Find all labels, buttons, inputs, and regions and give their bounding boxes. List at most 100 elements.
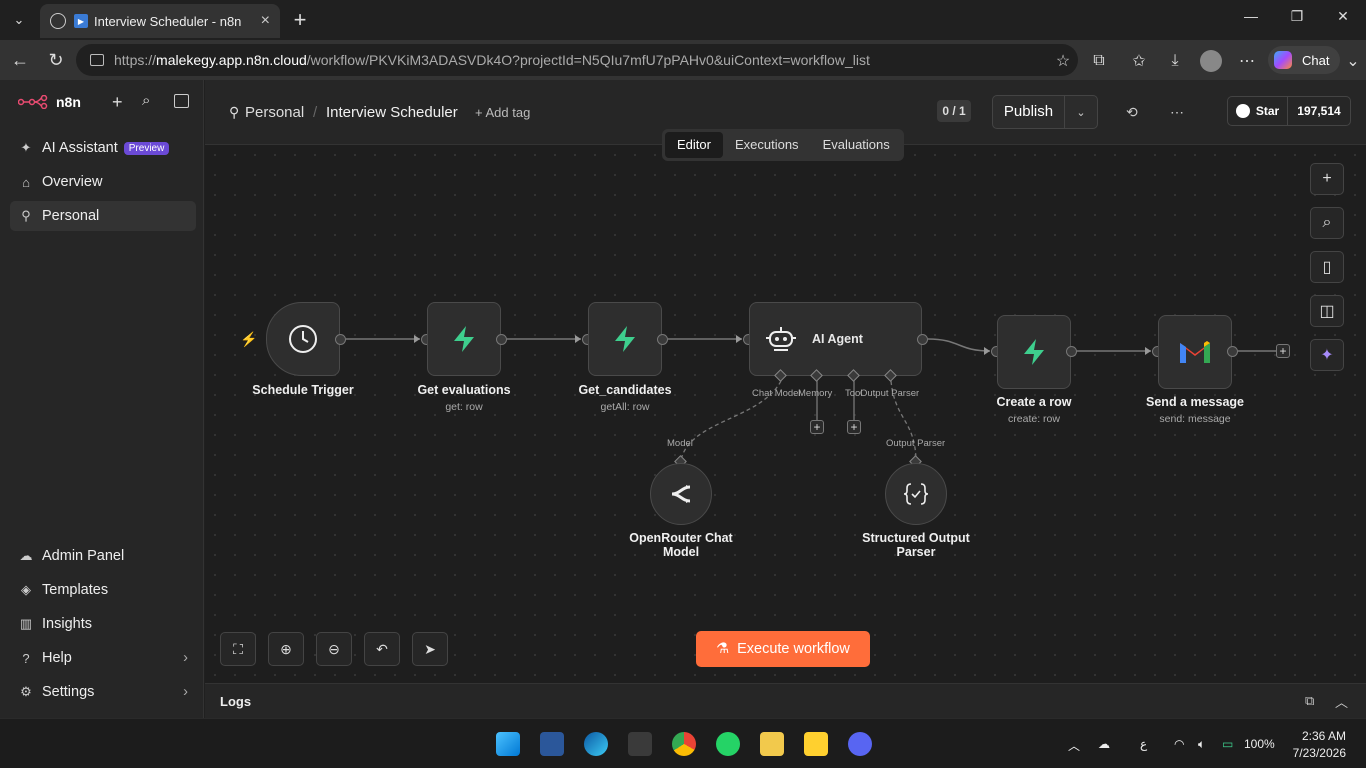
add-next-node-button[interactable]: +	[1276, 344, 1290, 358]
tab-executions[interactable]: Executions	[723, 132, 811, 158]
history-icon[interactable]: ⟲	[1126, 104, 1138, 121]
sidebar-item-ai-assistant[interactable]: ✦ AI Assistant Preview	[10, 133, 196, 163]
n8n-logo-icon	[18, 95, 48, 109]
sidebar-toggle-icon[interactable]: ⌄	[1342, 50, 1364, 72]
app-icon[interactable]	[628, 732, 652, 756]
node-create-row[interactable]	[997, 315, 1071, 389]
windows-start-icon[interactable]	[496, 732, 520, 756]
refresh-icon[interactable]: ↻	[44, 50, 68, 70]
output-port[interactable]	[657, 334, 668, 345]
minimize-icon[interactable]: —	[1228, 8, 1274, 24]
sidebar-item-overview[interactable]: ⌂ Overview	[10, 167, 196, 197]
word-icon[interactable]	[540, 732, 564, 756]
site-info-icon[interactable]	[90, 54, 104, 66]
chrome-icon[interactable]	[672, 732, 696, 756]
tab-editor[interactable]: Editor	[665, 132, 723, 158]
node-ai-agent[interactable]: AI Agent	[749, 302, 922, 376]
whatsapp-icon[interactable]	[716, 732, 740, 756]
zoom-out-icon[interactable]: ⊖	[316, 632, 352, 666]
node-get-evaluations[interactable]	[427, 302, 501, 376]
output-port[interactable]	[335, 334, 346, 345]
breadcrumb-project[interactable]: Personal	[245, 104, 304, 121]
zoom-in-icon[interactable]: ⊕	[268, 632, 304, 666]
ai-sparkle-icon[interactable]: ✦	[1310, 339, 1344, 371]
node-structured-output-parser[interactable]	[885, 463, 947, 525]
add-tag-link[interactable]: + Add tag	[475, 105, 530, 120]
gear-icon: ⚙	[20, 684, 32, 699]
onedrive-icon[interactable]: ☁	[1098, 737, 1110, 751]
sticky-note-icon[interactable]: ▯	[1310, 251, 1344, 283]
node-label: Get evaluations	[417, 383, 511, 397]
port-label-output-parser: Output Parser	[886, 438, 946, 449]
battery-icon[interactable]: ▭	[1222, 737, 1233, 751]
miro-icon[interactable]	[804, 732, 828, 756]
extensions-icon[interactable]: ⧉	[1088, 50, 1110, 72]
new-tab-icon[interactable]: +	[288, 8, 312, 32]
back-icon[interactable]: ←	[8, 50, 32, 70]
favorite-star-icon[interactable]: ☆	[1052, 50, 1074, 72]
sidebar-item-settings[interactable]: ⚙ Settings ›	[10, 677, 196, 707]
fit-view-icon[interactable]: ⛶	[220, 632, 256, 666]
sidebar-item-insights[interactable]: ▥ Insights	[10, 609, 196, 639]
port-label-output-parser: Output Parser	[860, 388, 920, 399]
edge-icon[interactable]	[584, 732, 608, 756]
tab-evaluations[interactable]: Evaluations	[811, 132, 902, 158]
add-tool-button[interactable]: +	[847, 420, 861, 434]
maximize-icon[interactable]: ❐	[1274, 8, 1320, 25]
sidebar-item-help[interactable]: ? Help ›	[10, 643, 196, 673]
create-plus-icon[interactable]: +	[112, 92, 123, 113]
clock-time[interactable]: 2:36 AM	[1300, 729, 1346, 743]
tab-close-icon[interactable]: ×	[261, 12, 270, 30]
publish-button-group[interactable]: Publish ⌄	[992, 95, 1098, 129]
discord-icon[interactable]	[848, 732, 872, 756]
execute-workflow-button[interactable]: ⚗ Execute workflow	[696, 631, 870, 667]
copilot-chat-button[interactable]: Chat	[1268, 46, 1340, 74]
add-node-plus-icon[interactable]: +	[1310, 163, 1344, 195]
popout-icon[interactable]: ⧉	[1305, 693, 1314, 709]
brand-logo[interactable]: n8n	[18, 94, 81, 110]
wifi-icon[interactable]: ◠	[1174, 737, 1184, 751]
clock-date[interactable]: 7/23/2026	[1290, 746, 1346, 760]
more-options-icon[interactable]: ⋯	[1170, 104, 1184, 121]
collapse-sidebar-icon[interactable]	[174, 94, 189, 108]
favorites-icon[interactable]: ✩	[1128, 50, 1150, 72]
output-port[interactable]	[917, 334, 928, 345]
tab-list-chevron-icon[interactable]: ⌄	[6, 8, 32, 32]
downloads-icon[interactable]: ⤓	[1164, 50, 1186, 72]
chevron-down-icon[interactable]: ⌄	[1065, 106, 1097, 119]
search-icon[interactable]: ⌕	[142, 92, 150, 109]
input-language[interactable]: ع	[1140, 737, 1147, 751]
workflow-name[interactable]: Interview Scheduler	[326, 104, 458, 121]
tidy-up-icon[interactable]: ➤	[412, 632, 448, 666]
node-openrouter-chat-model[interactable]	[650, 463, 712, 525]
output-port[interactable]	[1227, 346, 1238, 357]
panel-toggle-icon[interactable]: ◫	[1310, 295, 1344, 327]
search-nodes-icon[interactable]: ⌕	[1310, 207, 1344, 239]
tray-overflow-icon[interactable]: ︿	[1068, 737, 1080, 754]
add-memory-button[interactable]: +	[810, 420, 824, 434]
more-menu-icon[interactable]: ⋯	[1236, 50, 1258, 72]
browser-tab[interactable]: ▶ Interview Scheduler - n8n ×	[40, 4, 280, 38]
output-port[interactable]	[1066, 346, 1077, 357]
close-window-icon[interactable]: ✕	[1320, 8, 1366, 25]
node-label: AI Agent	[812, 332, 863, 346]
port-label-model: Model	[667, 438, 693, 449]
chevron-up-icon[interactable]: ︿	[1335, 692, 1348, 711]
sidebar-item-templates[interactable]: ◈ Templates	[10, 575, 196, 605]
sidebar-item-personal[interactable]: ⚲ Personal	[10, 201, 196, 231]
github-star-button[interactable]: Star 197,514	[1227, 96, 1351, 126]
url-input[interactable]: https://malekegy.app.n8n.cloud/workflow/…	[76, 44, 1078, 76]
volume-icon[interactable]: 🔈︎	[1198, 737, 1205, 752]
preview-badge: Preview	[123, 141, 170, 155]
file-explorer-icon[interactable]	[760, 732, 784, 756]
logs-panel[interactable]: Logs ⧉ ︿	[205, 683, 1366, 718]
publish-button[interactable]: Publish	[993, 96, 1065, 128]
output-port[interactable]	[496, 334, 507, 345]
node-send-message[interactable]	[1158, 315, 1232, 389]
profile-avatar[interactable]	[1200, 50, 1222, 72]
node-get-candidates[interactable]	[588, 302, 662, 376]
node-schedule-trigger[interactable]	[266, 302, 340, 376]
sidebar-item-label: Admin Panel	[42, 548, 125, 564]
sidebar-item-admin-panel[interactable]: ☁ Admin Panel	[10, 541, 196, 571]
undo-icon[interactable]: ↶	[364, 632, 400, 666]
